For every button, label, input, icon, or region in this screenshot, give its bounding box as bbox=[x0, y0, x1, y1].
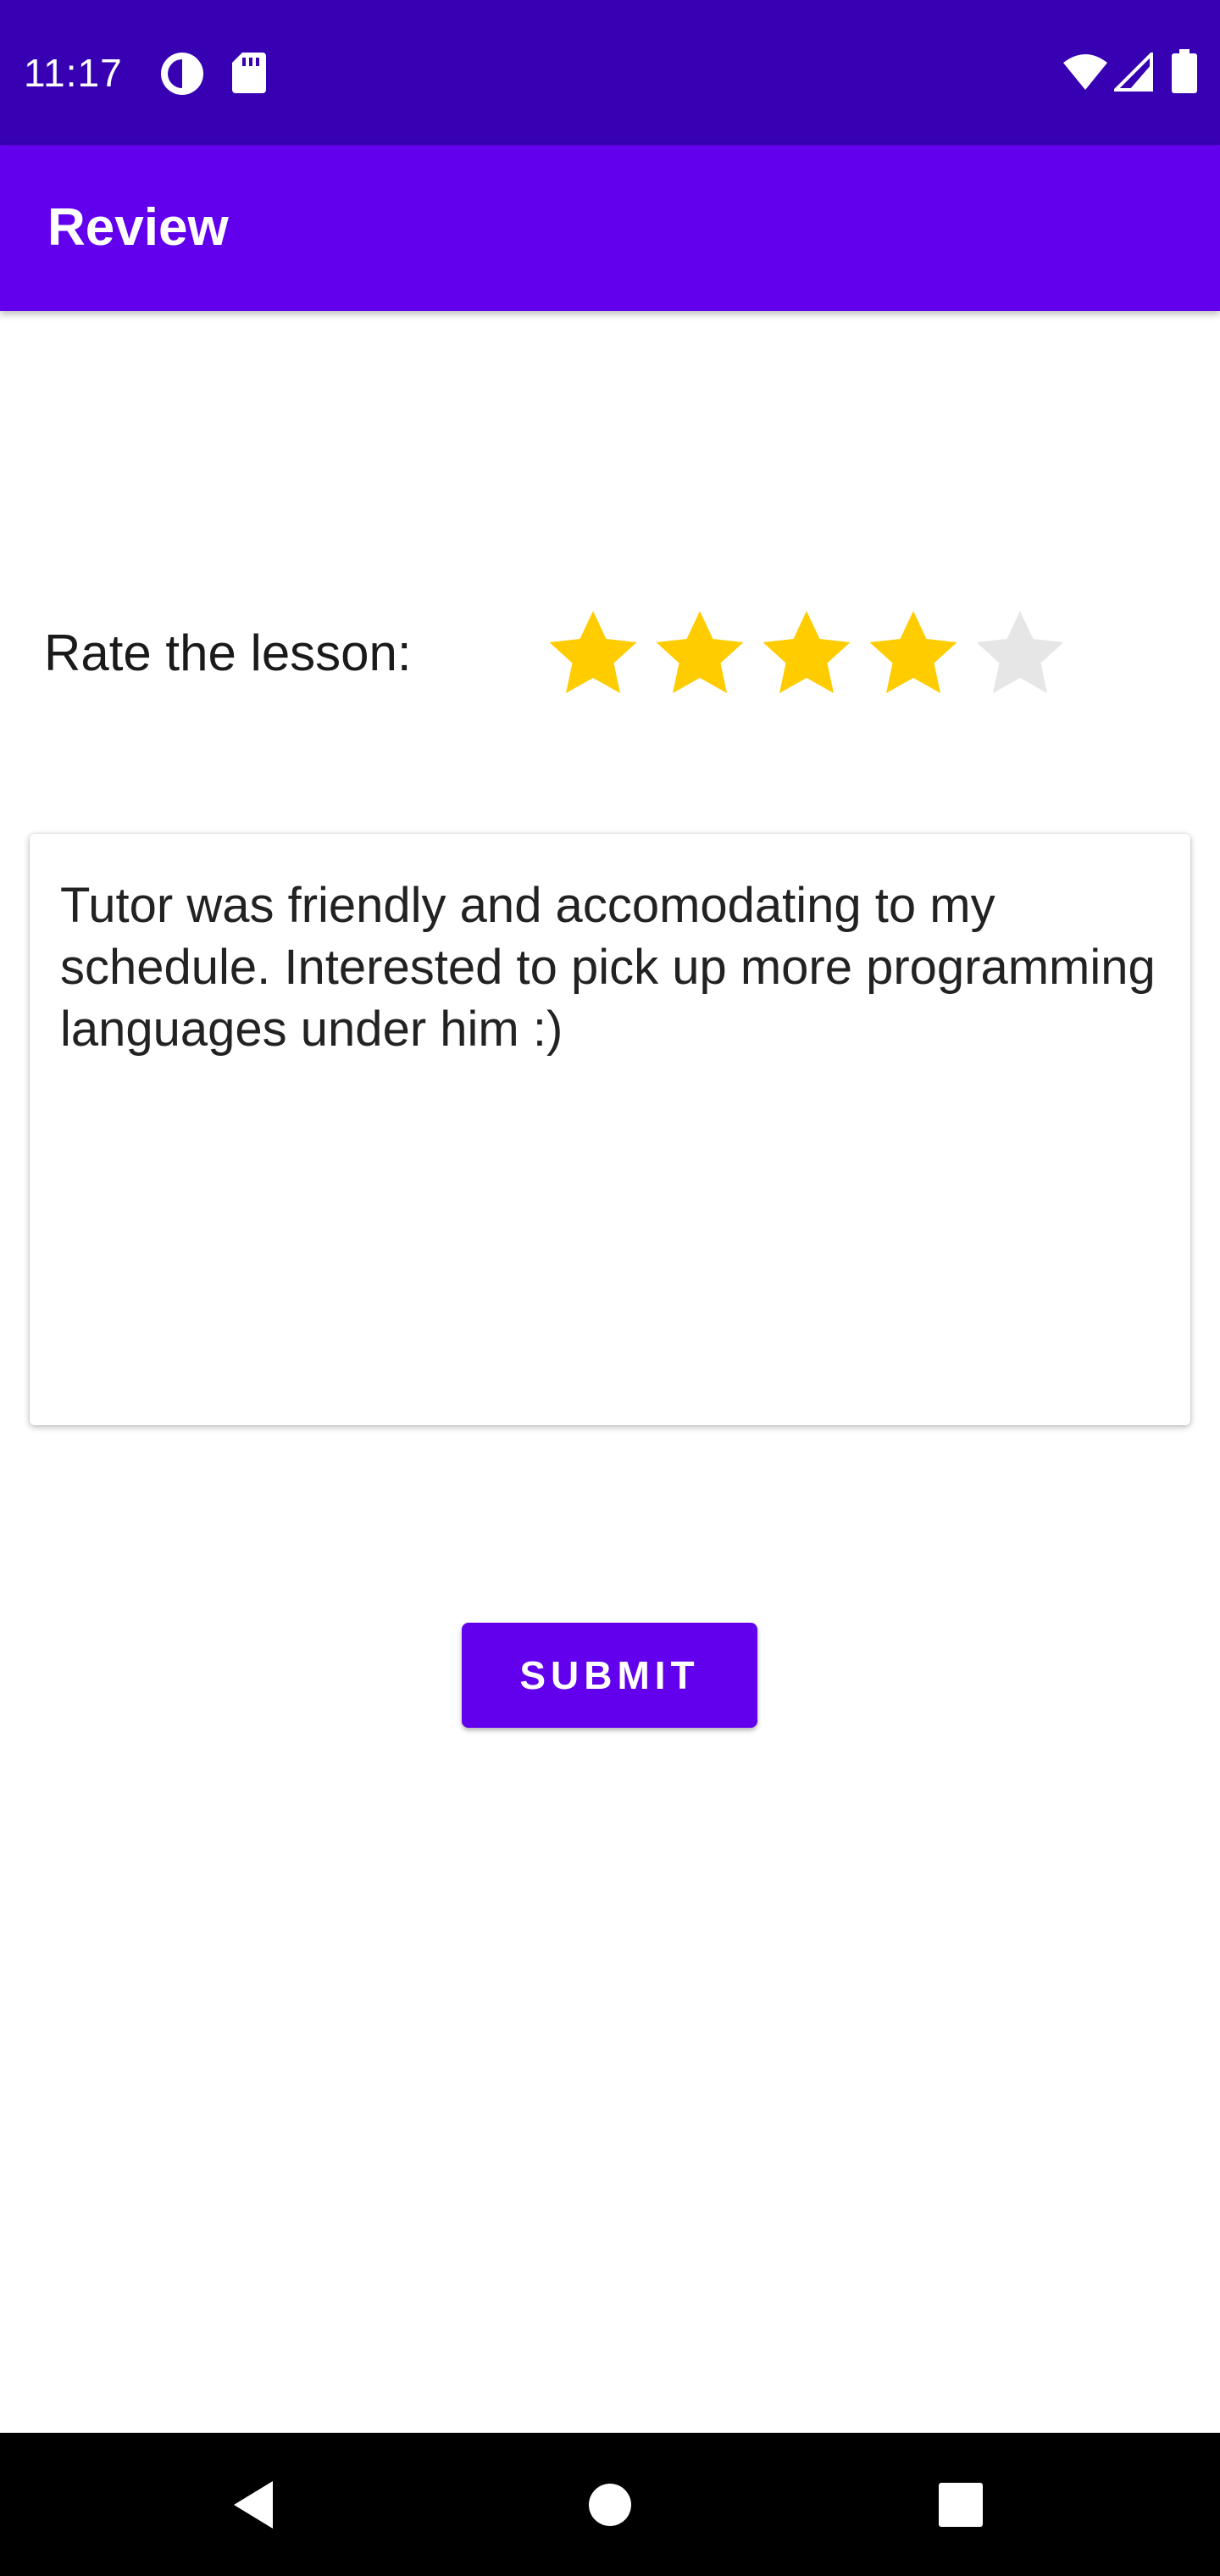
review-screen: 11:17 Review Rate the lesson: Tutor was … bbox=[0, 0, 1220, 2576]
submit-button-label: SUBMIT bbox=[519, 1653, 700, 1697]
rating-bar[interactable] bbox=[542, 603, 1084, 705]
status-time: 11:17 bbox=[24, 51, 123, 95]
star-icon[interactable] bbox=[862, 603, 964, 705]
status-bar: 11:17 bbox=[0, 0, 1220, 145]
data-saver-icon bbox=[159, 51, 205, 101]
recents-icon[interactable] bbox=[876, 2433, 1045, 2576]
rate-lesson-label: Rate the lesson: bbox=[44, 625, 412, 681]
star-icon[interactable] bbox=[649, 603, 751, 705]
app-bar: Review bbox=[0, 145, 1220, 311]
review-card bbox=[30, 834, 1190, 1425]
signal-icon bbox=[1112, 50, 1153, 96]
wifi-icon bbox=[1062, 53, 1109, 96]
home-icon[interactable] bbox=[525, 2433, 695, 2576]
star-icon[interactable] bbox=[756, 603, 857, 705]
sd-card-icon bbox=[230, 51, 268, 99]
page-title: Review bbox=[47, 198, 229, 257]
navigation-bar bbox=[0, 2433, 1220, 2576]
battery-icon bbox=[1172, 49, 1197, 97]
submit-button[interactable]: SUBMIT bbox=[462, 1623, 757, 1728]
star-icon[interactable] bbox=[969, 603, 1071, 705]
back-icon[interactable] bbox=[169, 2433, 339, 2576]
star-icon[interactable] bbox=[542, 603, 644, 705]
review-text-field[interactable] bbox=[30, 834, 1190, 1425]
